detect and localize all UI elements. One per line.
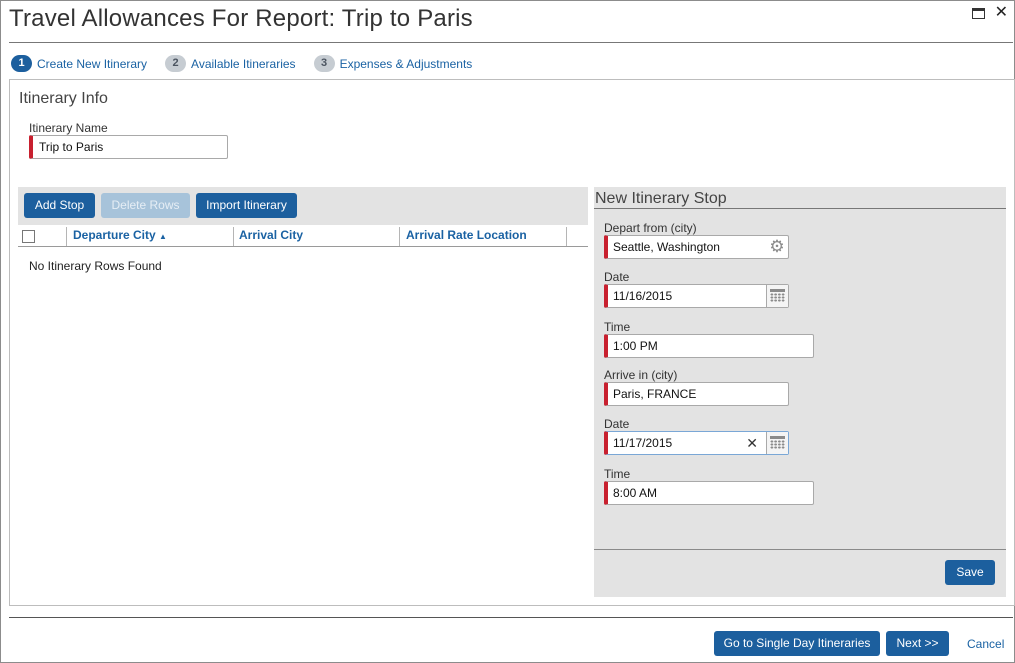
itinerary-name-input[interactable]: Trip to Paris: [29, 135, 228, 159]
arrive-city-input[interactable]: Paris, FRANCE: [604, 382, 789, 406]
column-header-arrival-city[interactable]: Arrival City: [239, 228, 303, 242]
column-header-departure-city[interactable]: Departure City ▲: [73, 228, 167, 242]
depart-date-label: Date: [604, 270, 630, 284]
step-number-badge: 2: [165, 55, 187, 72]
grid-toolbar: Add Stop Delete Rows Import Itinerary: [18, 187, 588, 225]
grid-empty-message: No Itinerary Rows Found: [29, 259, 162, 273]
next-button[interactable]: Next >>: [886, 631, 949, 656]
step-number-badge: 1: [11, 55, 32, 72]
step-create-new-itinerary[interactable]: 1 Create New Itinerary: [11, 55, 147, 72]
arrive-date-input[interactable]: 11/17/2015 ✕: [604, 431, 789, 455]
depart-time-input[interactable]: 1:00 PM: [604, 334, 814, 358]
cancel-link[interactable]: Cancel: [967, 637, 1004, 651]
step-available-itineraries[interactable]: 2 Available Itineraries: [165, 55, 296, 72]
step-label: Expenses & Adjustments: [339, 56, 473, 71]
arrive-city-label: Arrive in (city): [604, 368, 678, 382]
step-label: Create New Itinerary: [37, 56, 148, 71]
stop-title-divider: [594, 208, 1006, 209]
depart-date-value: 11/16/2015: [613, 289, 673, 303]
gear-icon[interactable]: ⚙: [767, 237, 787, 257]
column-label: Departure City: [73, 228, 156, 242]
calendar-icon[interactable]: [766, 285, 788, 307]
clear-icon[interactable]: ✕: [746, 432, 758, 454]
select-all-checkbox[interactable]: [22, 230, 35, 243]
column-divider: [233, 227, 234, 246]
delete-rows-button[interactable]: Delete Rows: [101, 193, 190, 218]
save-button[interactable]: Save: [945, 560, 995, 585]
add-stop-button[interactable]: Add Stop: [24, 193, 95, 218]
grid-header: Departure City ▲ Arrival City Arrival Ra…: [18, 225, 588, 247]
new-itinerary-stop-panel: New Itinerary Stop Depart from (city) Se…: [594, 187, 1006, 597]
column-divider: [566, 227, 567, 246]
column-divider: [399, 227, 400, 246]
maximize-icon[interactable]: [971, 7, 985, 19]
wizard-steps: 1 Create New Itinerary 2 Available Itine…: [11, 55, 490, 72]
arrive-date-value: 11/17/2015: [613, 436, 673, 450]
column-divider: [66, 227, 67, 246]
dialog-title: Travel Allowances For Report: Trip to Pa…: [9, 5, 473, 32]
travel-allowances-dialog: Travel Allowances For Report: Trip to Pa…: [0, 0, 1015, 663]
itinerary-name-label: Itinerary Name: [29, 121, 108, 135]
stop-panel-divider: [594, 549, 1006, 550]
depart-city-value: Seattle, Washington: [613, 240, 720, 254]
arrive-time-input[interactable]: 8:00 AM: [604, 481, 814, 505]
depart-city-input[interactable]: Seattle, Washington ⚙: [604, 235, 789, 259]
footer-divider: [9, 617, 1013, 618]
depart-time-label: Time: [604, 320, 631, 334]
step-expenses-adjustments[interactable]: 3 Expenses & Adjustments: [313, 55, 473, 72]
step-label: Available Itineraries: [191, 56, 296, 71]
window-controls: ✕: [971, 5, 1008, 21]
new-itinerary-stop-title: New Itinerary Stop: [595, 190, 727, 207]
section-title-itinerary-info: Itinerary Info: [19, 90, 108, 107]
single-day-itineraries-button[interactable]: Go to Single Day Itineraries: [714, 631, 880, 656]
title-divider: [9, 42, 1013, 43]
depart-date-input[interactable]: 11/16/2015: [604, 284, 789, 308]
depart-city-label: Depart from (city): [604, 221, 697, 235]
step-number-badge: 3: [313, 55, 335, 72]
import-itinerary-button[interactable]: Import Itinerary: [196, 193, 297, 218]
close-icon[interactable]: ✕: [995, 5, 1008, 21]
arrive-time-label: Time: [604, 467, 631, 481]
calendar-icon[interactable]: [766, 432, 788, 454]
itinerary-panel: Itinerary Info Itinerary Name Trip to Pa…: [9, 79, 1015, 606]
sort-ascending-icon: ▲: [159, 232, 167, 241]
arrive-date-label: Date: [604, 417, 630, 431]
column-header-arrival-rate-location[interactable]: Arrival Rate Location: [406, 228, 527, 242]
